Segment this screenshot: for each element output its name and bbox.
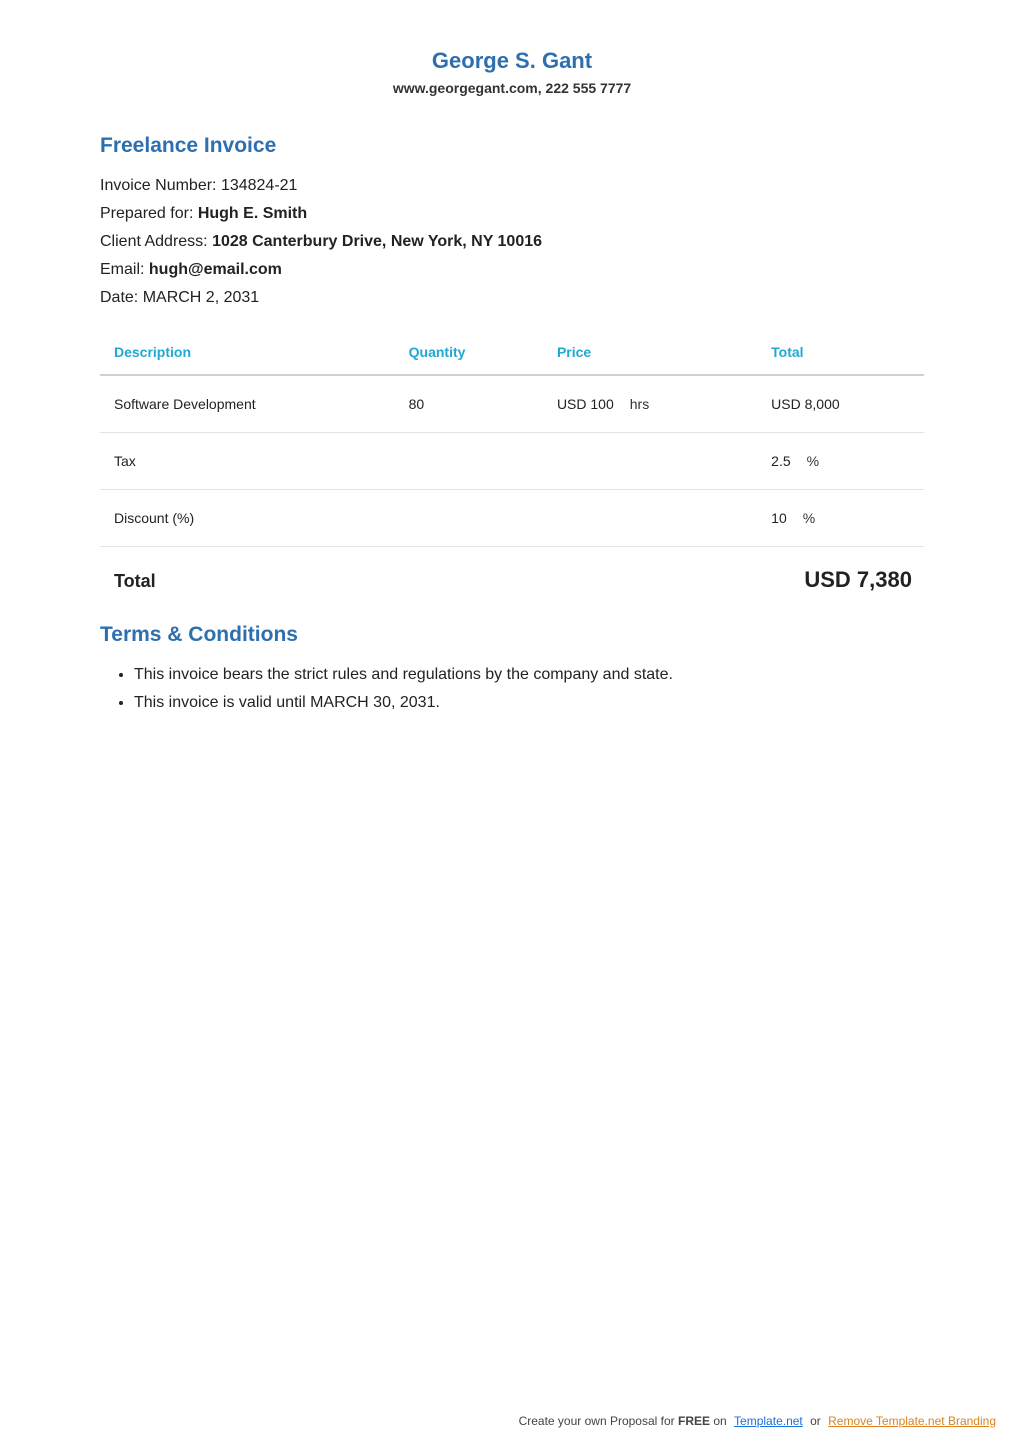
footer-on: on [710, 1414, 727, 1428]
cell-description: Software Development [100, 375, 397, 433]
footer-branding: Create your own Proposal for FREE on Tem… [519, 1414, 996, 1428]
tax-value: 2.5 [771, 453, 790, 469]
table-row-discount: Discount (%) 10 % [100, 490, 924, 547]
terms-section: Terms & Conditions This invoice bears th… [100, 623, 924, 717]
table-row-item: Software Development 80 USD 100 hrs USD … [100, 375, 924, 433]
th-total: Total [759, 330, 924, 375]
author-name: George S. Gant [100, 48, 924, 74]
discount-unit: % [803, 510, 815, 526]
table-header-row: Description Quantity Price Total [100, 330, 924, 375]
price-value: USD 100 [557, 396, 614, 412]
table-row-tax: Tax 2.5 % [100, 433, 924, 490]
price-unit: hrs [630, 396, 649, 412]
client-email-label: Email: [100, 261, 149, 278]
footer-pre: Create your own Proposal for [519, 1414, 678, 1428]
tax-label: Tax [100, 433, 397, 490]
discount-label: Discount (%) [100, 490, 397, 547]
tax-value-cell: 2.5 % [759, 433, 924, 490]
invoice-info: Invoice Number: 134824-21 Prepared for: … [100, 172, 924, 312]
footer-or: or [807, 1414, 824, 1428]
client-email-line: Email: hugh@email.com [100, 256, 924, 284]
invoice-heading: Freelance Invoice [100, 134, 924, 158]
invoice-date-value: MARCH 2, 2031 [143, 289, 260, 306]
prepared-for-value: Hugh E. Smith [198, 205, 307, 222]
prepared-for-label: Prepared for: [100, 205, 198, 222]
client-email-value: hugh@email.com [149, 261, 282, 278]
cell-total: USD 8,000 [759, 375, 924, 433]
th-quantity: Quantity [397, 330, 545, 375]
client-address-line: Client Address: 1028 Canterbury Drive, N… [100, 228, 924, 256]
terms-item: This invoice bears the strict rules and … [134, 661, 924, 689]
grand-total-label: Total [114, 571, 156, 592]
template-link[interactable]: Template.net [734, 1414, 803, 1428]
th-description: Description [100, 330, 397, 375]
grand-total-row: Total USD 7,380 [100, 547, 924, 623]
cell-price: USD 100 hrs [545, 375, 759, 433]
terms-item: This invoice is valid until MARCH 30, 20… [134, 689, 924, 717]
invoice-number-line: Invoice Number: 134824-21 [100, 172, 924, 200]
client-address-value: 1028 Canterbury Drive, New York, NY 1001… [212, 233, 542, 250]
terms-heading: Terms & Conditions [100, 623, 924, 647]
client-address-label: Client Address: [100, 233, 212, 250]
discount-value: 10 [771, 510, 787, 526]
invoice-date-line: Date: MARCH 2, 2031 [100, 284, 924, 312]
author-contact: www.georgegant.com, 222 555 7777 [100, 80, 924, 96]
invoice-date-label: Date: [100, 289, 143, 306]
prepared-for-line: Prepared for: Hugh E. Smith [100, 200, 924, 228]
grand-total-amount: USD 7,380 [804, 567, 912, 593]
th-price: Price [545, 330, 759, 375]
invoice-table: Description Quantity Price Total Softwar… [100, 330, 924, 547]
invoice-number-label: Invoice Number: [100, 177, 221, 194]
invoice-number-value: 134824-21 [221, 177, 298, 194]
footer-free: FREE [678, 1414, 710, 1428]
discount-value-cell: 10 % [759, 490, 924, 547]
cell-quantity: 80 [397, 375, 545, 433]
document-header: George S. Gant www.georgegant.com, 222 5… [100, 48, 924, 96]
tax-unit: % [807, 453, 819, 469]
remove-branding-link[interactable]: Remove Template.net Branding [828, 1414, 996, 1428]
